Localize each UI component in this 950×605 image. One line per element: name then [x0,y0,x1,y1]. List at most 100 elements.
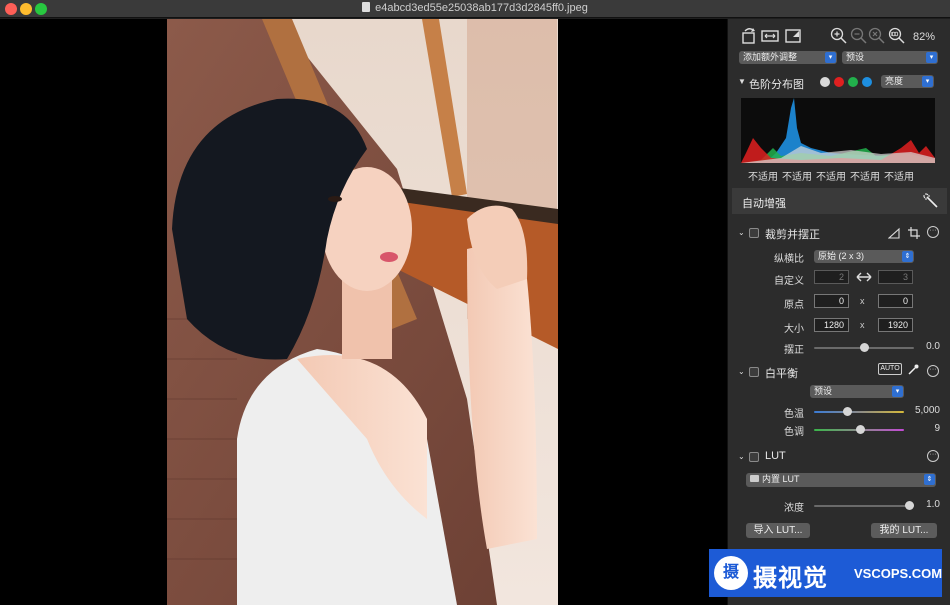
histogram-value: 不适用 [850,172,880,183]
times-sign: x [860,320,865,330]
resize-icon[interactable] [784,27,802,45]
green-channel-dot[interactable] [848,77,858,87]
straighten-icon[interactable] [888,227,900,239]
lut-source-popup[interactable]: 内置 LUT ⇕ [746,473,936,487]
straighten-label: 摆正 [784,345,804,356]
histogram-value: 不适用 [782,172,812,183]
lut-header: ⌄ LUT ··· [728,446,950,466]
zoom-in-icon[interactable] [830,27,848,45]
title-bar: e4abcd3ed55e25038ab177d3d2845ff0.jpeg [0,0,950,18]
watermark-chinese-text: 摄视觉 [753,564,828,592]
density-slider[interactable] [814,501,914,510]
eyedropper-icon[interactable] [908,364,919,375]
chevron-down-icon: ▾ [825,52,836,63]
window-title-wrap: e4abcd3ed55e25038ab177d3d2845ff0.jpeg [0,2,950,14]
chevron-down-icon: ▾ [922,76,933,87]
crop-icon[interactable] [908,227,920,239]
white-channel-dot[interactable] [820,77,830,87]
preset-label: 预设 [846,52,865,62]
my-lut-button[interactable]: 我的 LUT... [871,523,937,538]
origin-y-field[interactable]: 0 [878,294,913,308]
chevron-down-icon: ▾ [926,52,937,63]
custom-width-field[interactable]: 2 [814,270,849,284]
white-balance-preset-label: 预设 [814,386,833,396]
aspect-ratio-popup[interactable]: 原始 (2 x 3) ⇕ [814,250,914,263]
auto-enhance-bar[interactable]: 自动增强 [732,188,947,214]
straighten-slider[interactable] [814,343,914,352]
aspect-ratio-label: 纵横比 [774,254,804,265]
chevron-down-icon[interactable]: ⌄ [738,367,745,376]
temperature-value: 5,000 [914,405,940,416]
tint-label: 色调 [784,427,804,438]
blue-channel-dot[interactable] [862,77,872,87]
chevron-down-icon: ▾ [892,386,903,397]
zoom-level: 82% [912,31,935,43]
tint-slider-knob[interactable] [856,425,866,434]
zoom-fit-icon[interactable] [868,27,886,45]
crop-title: 裁剪并摆正 [765,229,820,241]
watermark-domain-text: VSCOPS.COM [854,566,943,581]
chevron-up-down-icon: ⇕ [902,251,913,262]
white-balance-preset-popup[interactable]: 预设 ▾ [810,385,904,398]
histogram-value: 不适用 [884,172,914,183]
aspect-ratio-value: 原始 (2 x 3) [818,251,865,261]
tint-slider[interactable] [814,425,904,434]
times-sign: x [860,296,865,306]
chevron-down-icon[interactable]: ⌄ [738,228,745,237]
more-options-icon[interactable]: ··· [927,450,939,462]
origin-label: 原点 [784,300,804,311]
watermark-logo: 摄 摄视觉 VSCOPS.COM [709,549,942,597]
more-options-icon[interactable]: ··· [927,226,939,238]
density-label: 浓度 [784,503,804,514]
import-lut-button[interactable]: 导入 LUT... [746,523,810,538]
histogram-mode-label: 亮度 [885,76,904,86]
crop-header: ⌄ 裁剪并摆正 ··· [728,222,950,242]
white-balance-enable-checkbox[interactable] [749,367,759,377]
swap-arrows-icon[interactable] [856,272,872,282]
lut-source-label: 内置 LUT [762,474,800,484]
size-width-field[interactable]: 1280 [814,318,849,332]
temperature-label: 色温 [784,409,804,420]
histogram-graph [741,98,935,163]
image-viewer[interactable] [0,19,727,605]
flip-icon[interactable] [761,27,779,45]
histogram-values: 不适用 不适用 不适用 不适用 不适用 [748,168,948,183]
watermark-seal: 摄 [714,556,748,590]
size-label: 大小 [784,324,804,335]
rotate-icon[interactable] [740,27,758,45]
histogram-value: 不适用 [816,172,846,183]
white-balance-title: 白平衡 [765,368,798,380]
origin-x-field[interactable]: 0 [814,294,849,308]
straighten-value: 0.0 [926,341,940,352]
magic-wand-icon[interactable] [923,193,939,209]
photo [167,19,558,605]
histogram-mode-popup[interactable]: 亮度 ▾ [881,75,934,88]
zoom-actual-size-icon[interactable] [888,27,906,45]
straighten-slider-knob[interactable] [859,343,869,352]
document-icon [362,2,371,12]
custom-label: 自定义 [774,276,804,287]
photo-illustration [167,19,558,605]
density-value: 1.0 [926,499,940,510]
chevron-up-down-icon: ⇕ [924,474,935,485]
inspector-sidebar: 82% 添加额外调整 ▾ 预设 ▾ ▼ 色阶分布图 亮度 ▾ 不适用 不适用 不适用 [727,19,950,605]
crop-enable-checkbox[interactable] [749,228,759,238]
add-adjustment-popup[interactable]: 添加额外调整 ▾ [739,51,837,64]
auto-enhance-label: 自动增强 [742,198,786,210]
custom-height-field[interactable]: 3 [878,270,913,284]
histogram-plot [741,98,935,163]
histogram-value: 不适用 [748,172,778,183]
temperature-slider-knob[interactable] [843,407,853,416]
chevron-down-icon[interactable]: ⌄ [738,452,745,461]
zoom-out-icon[interactable] [850,27,868,45]
preset-popup[interactable]: 预设 ▾ [842,51,938,64]
lut-enable-checkbox[interactable] [749,452,759,462]
temperature-slider[interactable] [814,407,904,416]
auto-white-balance-button[interactable]: AUTO [878,363,902,375]
red-channel-dot[interactable] [834,77,844,87]
more-options-icon[interactable]: ··· [927,365,939,377]
folder-icon [750,475,759,482]
disclosure-triangle-icon[interactable]: ▼ [738,77,746,86]
add-adjustment-label: 添加额外调整 [743,52,798,62]
size-height-field[interactable]: 1920 [878,318,913,332]
